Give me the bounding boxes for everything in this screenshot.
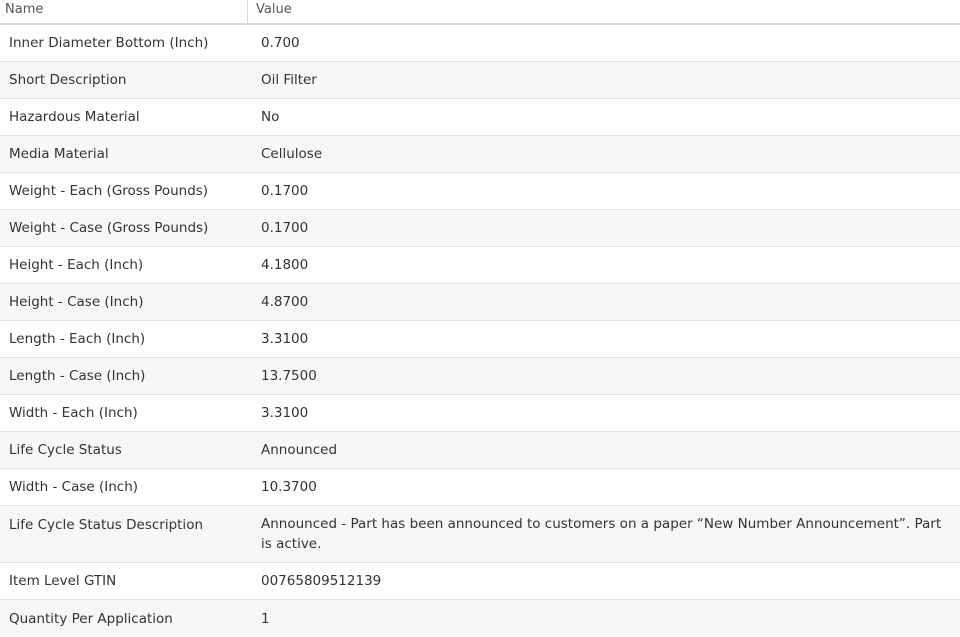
row-value: 4.8700 <box>261 294 309 310</box>
row-value: 0.700 <box>261 35 300 51</box>
table-row: Life Cycle Status Description Announced … <box>0 506 960 563</box>
row-name: Height - Case (Inch) <box>9 294 144 310</box>
row-value: 0.1700 <box>261 183 309 199</box>
row-value: 3.3100 <box>261 405 309 421</box>
row-name: Length - Case (Inch) <box>9 368 146 384</box>
table-row: Media Material Cellulose <box>0 136 960 173</box>
row-name: Item Level GTIN <box>9 573 117 589</box>
attributes-table: Name Value Inner Diameter Bottom (Inch) … <box>0 0 960 637</box>
table-row: Inner Diameter Bottom (Inch) 0.700 <box>0 25 960 62</box>
row-name: Short Description <box>9 72 127 88</box>
table-row: Quantity Per Application 1 <box>0 600 960 637</box>
row-value: 0.1700 <box>261 220 309 236</box>
row-name: Hazardous Material <box>9 109 140 125</box>
row-value: 10.3700 <box>261 479 317 495</box>
table-header: Name Value <box>0 0 960 25</box>
table-row: Height - Each (Inch) 4.1800 <box>0 247 960 284</box>
table-row: Weight - Each (Gross Pounds) 0.1700 <box>0 173 960 210</box>
row-name: Quantity Per Application <box>9 610 173 627</box>
table-row: Hazardous Material No <box>0 99 960 136</box>
table-row: Item Level GTIN 00765809512139 <box>0 563 960 600</box>
row-name: Weight - Case (Gross Pounds) <box>9 220 209 236</box>
row-value: 4.1800 <box>261 257 309 273</box>
row-value: 00765809512139 <box>261 573 382 589</box>
row-name: Height - Each (Inch) <box>9 257 144 273</box>
row-name: Width - Each (Inch) <box>9 405 138 421</box>
row-name: Width - Case (Inch) <box>9 479 139 495</box>
row-value: Announced - Part has been announced to c… <box>261 516 942 552</box>
row-value: 13.7500 <box>261 368 317 384</box>
table-row: Height - Case (Inch) 4.8700 <box>0 284 960 321</box>
table-row: Width - Case (Inch) 10.3700 <box>0 469 960 506</box>
table-row: Length - Each (Inch) 3.3100 <box>0 321 960 358</box>
table-row: Width - Each (Inch) 3.3100 <box>0 395 960 432</box>
row-value: 1 <box>261 610 270 627</box>
row-value: Cellulose <box>261 146 323 162</box>
row-value: 3.3100 <box>261 331 309 347</box>
table-row: Weight - Case (Gross Pounds) 0.1700 <box>0 210 960 247</box>
row-name: Media Material <box>9 146 109 162</box>
table-row: Short Description Oil Filter <box>0 62 960 99</box>
column-header-name[interactable]: Name <box>0 0 248 23</box>
row-name: Weight - Each (Gross Pounds) <box>9 183 209 199</box>
row-value: Oil Filter <box>261 72 317 88</box>
row-name: Life Cycle Status <box>9 442 122 458</box>
row-name: Length - Each (Inch) <box>9 331 146 347</box>
row-value: Announced <box>261 442 338 458</box>
column-header-value[interactable]: Value <box>248 0 960 23</box>
row-name: Life Cycle Status Description <box>9 517 204 533</box>
row-value: No <box>261 109 280 125</box>
table-row: Life Cycle Status Announced <box>0 432 960 469</box>
table-row: Length - Case (Inch) 13.7500 <box>0 358 960 395</box>
row-name: Inner Diameter Bottom (Inch) <box>9 35 209 51</box>
